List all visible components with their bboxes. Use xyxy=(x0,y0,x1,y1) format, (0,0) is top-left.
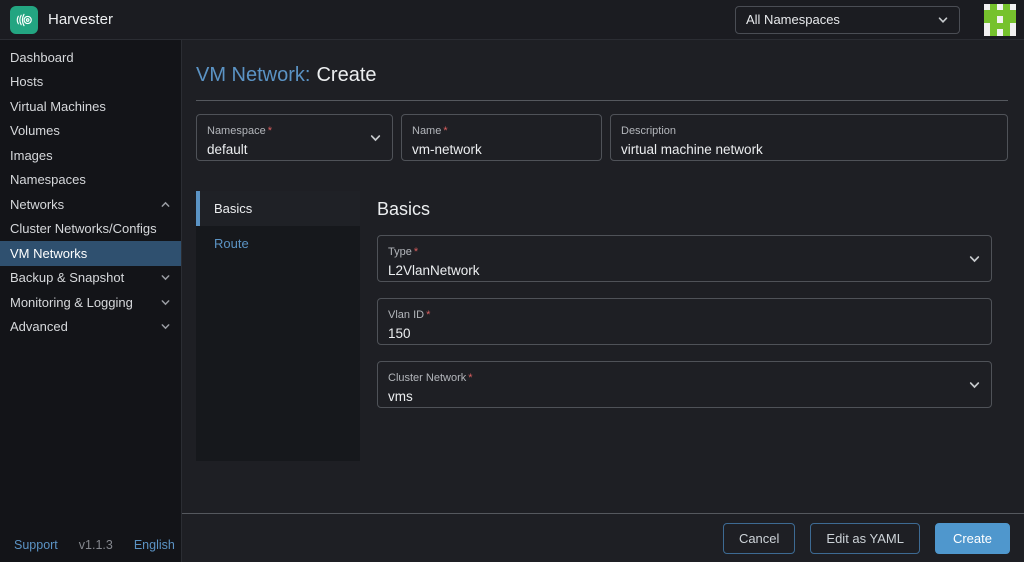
namespace-select[interactable]: Namespace* default xyxy=(196,114,393,161)
sidebar-nav: Dashboard Hosts Virtual Machines Volumes… xyxy=(0,40,182,562)
description-label: Description xyxy=(621,125,676,137)
sidebar-item-virtual-machines[interactable]: Virtual Machines xyxy=(0,94,181,119)
namespace-filter-value: All Namespaces xyxy=(746,12,840,27)
namespace-value: default xyxy=(207,142,382,157)
title-divider xyxy=(196,100,1008,101)
cluster-network-select[interactable]: Cluster Network* vms xyxy=(377,361,992,408)
sidebar-item-dashboard[interactable]: Dashboard xyxy=(0,45,181,70)
main-panel: VM Network:Create Namespace* default Nam… xyxy=(182,40,1024,562)
description-value: virtual machine network xyxy=(621,142,997,157)
type-label: Type xyxy=(388,246,412,258)
version-label: v1.1.3 xyxy=(79,538,113,552)
harvester-logo[interactable] xyxy=(10,6,38,34)
sidebar-group-networks[interactable]: Networks xyxy=(0,192,181,217)
chevron-down-icon xyxy=(937,14,949,26)
tab-route[interactable]: Route xyxy=(196,226,360,261)
chevron-down-icon xyxy=(369,131,382,144)
page-content: VM Network:Create Namespace* default Nam… xyxy=(182,40,1024,513)
section-heading: Basics xyxy=(377,199,992,220)
sidebar-footer: Support v1.1.3 English xyxy=(14,538,171,552)
create-button[interactable]: Create xyxy=(935,523,1010,554)
namespace-label: Namespace xyxy=(207,125,266,137)
cancel-button[interactable]: Cancel xyxy=(723,523,795,554)
name-value: vm-network xyxy=(412,142,591,157)
chevron-up-icon xyxy=(160,199,171,210)
sidebar-item-hosts[interactable]: Hosts xyxy=(0,70,181,95)
vlan-id-label: Vlan ID xyxy=(388,309,424,321)
chevron-down-icon xyxy=(160,272,171,283)
required-asterisk: * xyxy=(468,372,472,384)
support-link[interactable]: Support xyxy=(14,538,58,552)
name-label: Name xyxy=(412,125,441,137)
sidebar-item-namespaces[interactable]: Namespaces xyxy=(0,168,181,193)
required-asterisk: * xyxy=(426,309,430,321)
chevron-down-icon xyxy=(968,378,981,391)
top-header: Harvester All Namespaces xyxy=(0,0,1024,40)
sidebar-item-volumes[interactable]: Volumes xyxy=(0,119,181,144)
vlan-id-value: 150 xyxy=(388,326,981,341)
cluster-network-label: Cluster Network xyxy=(388,372,466,384)
sidebar-item-cluster-networks-configs[interactable]: Cluster Networks/Configs xyxy=(0,217,181,242)
chevron-down-icon xyxy=(160,321,171,332)
type-select[interactable]: Type* L2VlanNetwork xyxy=(377,235,992,282)
harvester-wheat-icon xyxy=(14,10,34,30)
sidebar-group-monitoring-logging[interactable]: Monitoring & Logging xyxy=(0,290,181,315)
required-asterisk: * xyxy=(268,125,272,137)
vlan-id-field[interactable]: Vlan ID* 150 xyxy=(377,298,992,345)
required-asterisk: * xyxy=(443,125,447,137)
app-title: Harvester xyxy=(48,11,113,28)
basics-tab-content: Basics Type* L2VlanNetwork Vlan ID* 150 … xyxy=(360,191,1008,461)
name-field[interactable]: Name* vm-network xyxy=(401,114,602,161)
meta-fields-row: Namespace* default Name* vm-network Desc… xyxy=(196,114,1008,161)
tab-section: Basics Route Basics Type* L2VlanNetwork … xyxy=(196,191,1008,461)
description-field[interactable]: Description virtual machine network xyxy=(610,114,1008,161)
required-asterisk: * xyxy=(414,246,418,258)
type-value: L2VlanNetwork xyxy=(388,263,981,278)
page-title-resource-link[interactable]: VM Network: xyxy=(196,64,310,86)
page-title-action: Create xyxy=(316,64,376,86)
chevron-down-icon xyxy=(160,297,171,308)
user-avatar[interactable] xyxy=(984,4,1016,36)
sidebar-group-backup-snapshot[interactable]: Backup & Snapshot xyxy=(0,266,181,291)
chevron-down-icon xyxy=(968,252,981,265)
edit-as-yaml-button[interactable]: Edit as YAML xyxy=(810,523,920,554)
namespace-filter-select[interactable]: All Namespaces xyxy=(735,6,960,34)
sidebar-group-advanced[interactable]: Advanced xyxy=(0,315,181,340)
action-bar: Cancel Edit as YAML Create xyxy=(182,513,1024,562)
cluster-network-value: vms xyxy=(388,389,981,404)
language-link[interactable]: English xyxy=(134,538,175,552)
tab-column: Basics Route xyxy=(196,191,360,461)
page-title: VM Network: Create xyxy=(196,64,1008,87)
tab-basics[interactable]: Basics xyxy=(196,191,360,226)
sidebar-item-images[interactable]: Images xyxy=(0,143,181,168)
sidebar-item-vm-networks[interactable]: VM Networks xyxy=(0,241,181,266)
